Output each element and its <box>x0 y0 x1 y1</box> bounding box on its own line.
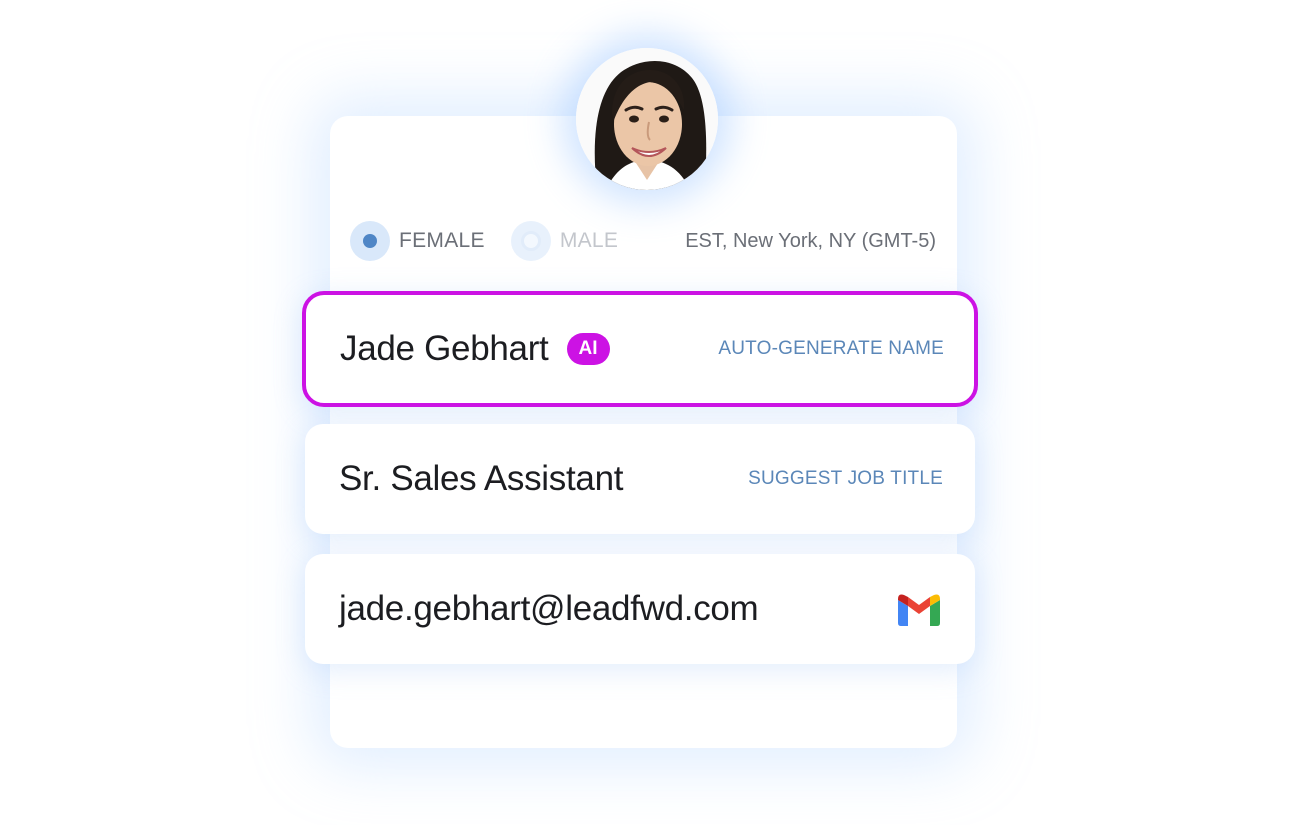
name-value[interactable]: Jade Gebhart <box>340 329 549 369</box>
gmail-icon <box>898 594 940 626</box>
job-title-field[interactable]: Sr. Sales Assistant SUGGEST JOB TITLE <box>305 424 975 534</box>
radio-dot-icon <box>520 231 541 251</box>
email-value[interactable]: jade.gebhart@leadfwd.com <box>339 589 759 629</box>
radio-button-icon <box>350 221 390 261</box>
ai-badge: AI <box>566 333 610 365</box>
gender-radio-female[interactable]: FEMALE <box>350 221 485 261</box>
radio-dot-icon <box>363 234 377 248</box>
auto-generate-name-link[interactable]: AUTO-GENERATE NAME <box>718 338 944 360</box>
radio-button-icon <box>510 221 551 261</box>
suggest-job-title-link[interactable]: SUGGEST JOB TITLE <box>748 468 943 490</box>
timezone-label: EST, New York, NY (GMT-5) <box>685 229 936 252</box>
gender-radio-male[interactable]: MALE <box>510 221 619 261</box>
avatar-photo <box>576 48 718 190</box>
avatar <box>576 48 718 190</box>
gender-row: FEMALE MALE EST, New York, NY (GMT-5) <box>350 220 936 262</box>
stage: FEMALE MALE EST, New York, NY (GMT-5) Ja… <box>0 0 1289 825</box>
email-field[interactable]: jade.gebhart@leadfwd.com <box>305 554 975 664</box>
gender-label-male: MALE <box>559 229 619 252</box>
job-title-value[interactable]: Sr. Sales Assistant <box>339 459 623 499</box>
gender-label-female: FEMALE <box>399 229 485 252</box>
name-field[interactable]: Jade Gebhart AI AUTO-GENERATE NAME <box>302 291 978 407</box>
